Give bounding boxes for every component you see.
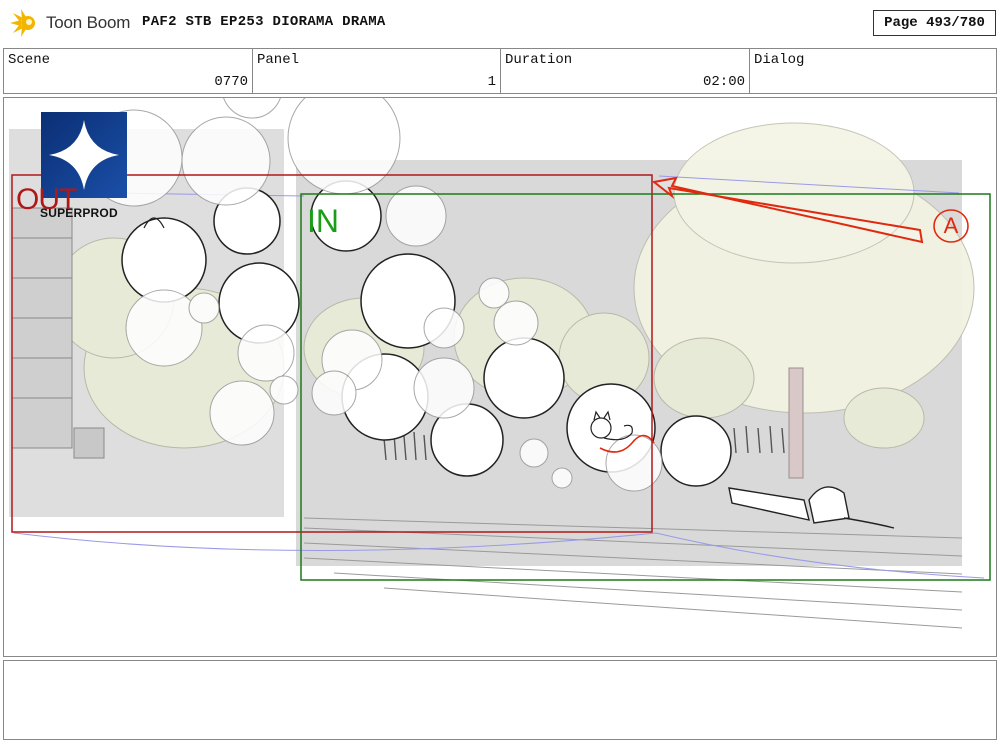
duration-value: 02:00 — [702, 74, 745, 90]
toon-boom-logo: Toon Boom — [8, 6, 130, 40]
duration-label: Duration — [505, 52, 573, 68]
panel-value: 1 — [487, 74, 496, 90]
duration-cell[interactable]: Duration 02:00 — [501, 49, 750, 93]
dialog-label: Dialog — [754, 52, 805, 68]
action-notes-box[interactable] — [3, 660, 997, 740]
in-frame-label: IN — [307, 203, 339, 239]
page-indicator: Page 493/780 — [873, 10, 996, 36]
dialog-cell[interactable]: Dialog — [750, 49, 996, 93]
out-frame-label: OUT — [16, 183, 77, 216]
logo-text: Toon Boom — [46, 13, 131, 32]
document-title: PAF2 STB EP253 DIORAMA DRAMA — [142, 14, 386, 30]
scene-cell[interactable]: Scene 0770 — [4, 49, 253, 93]
annotation-marker-label: A — [943, 213, 959, 238]
annotation-marker: A — [934, 210, 968, 242]
panel-info-row: Scene 0770 Panel 1 Duration 02:00 Dialog — [3, 48, 997, 94]
toon-boom-logo-icon — [10, 9, 35, 37]
panel-label: Panel — [257, 52, 300, 68]
panel-cell[interactable]: Panel 1 — [253, 49, 501, 93]
scene-label: Scene — [8, 52, 51, 68]
scene-value: 0770 — [214, 74, 248, 90]
panel-drawing — [9, 98, 991, 629]
storyboard-header: Toon Boom PAF2 STB EP253 DIORAMA DRAMA P… — [0, 0, 1000, 46]
storyboard-panel-image[interactable]: SUPERPROD OUT IN A — [3, 97, 997, 657]
